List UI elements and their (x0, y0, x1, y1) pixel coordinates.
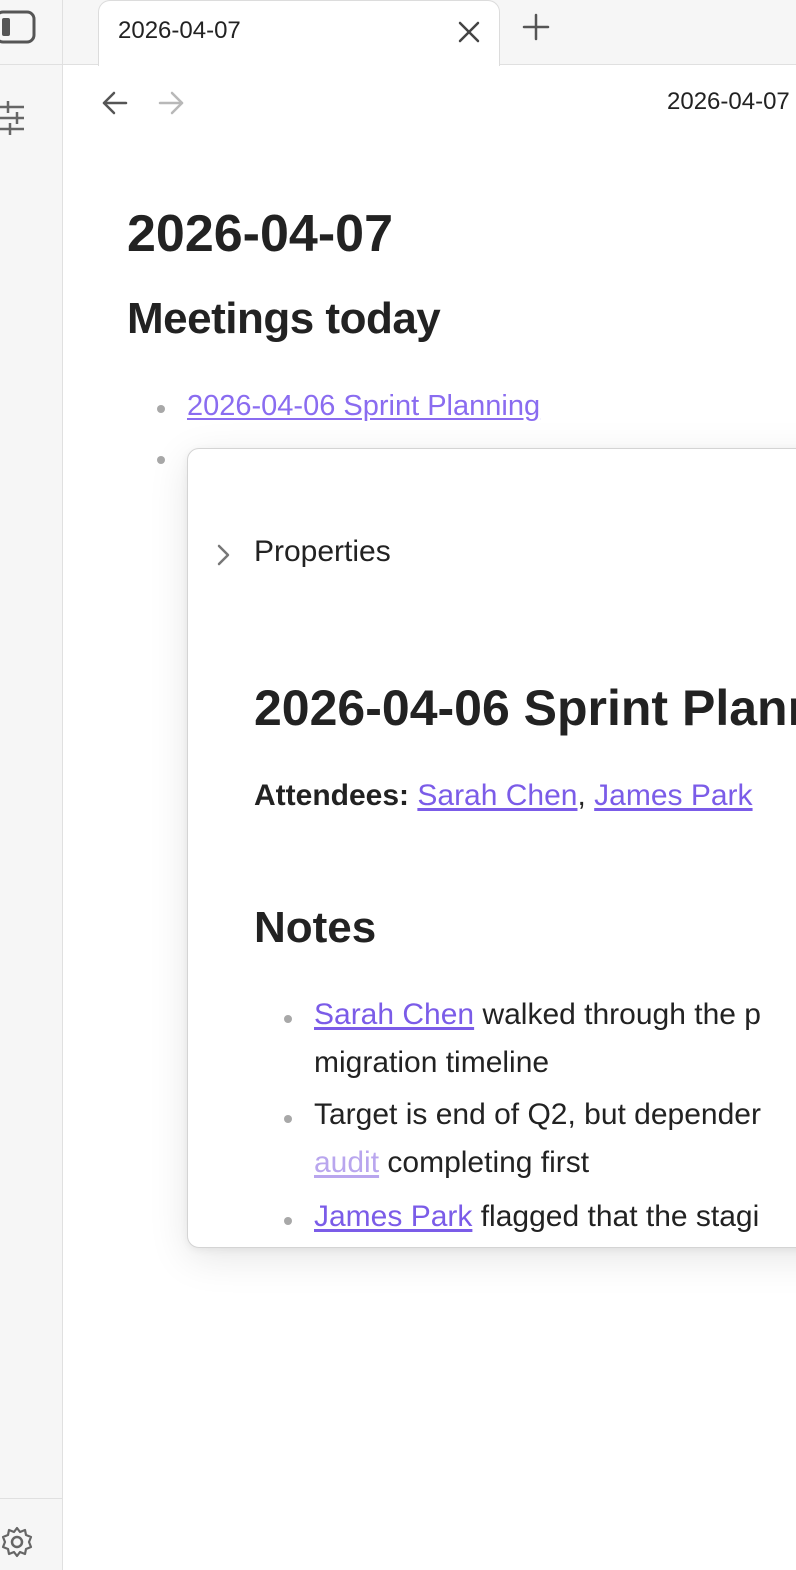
sidebar-toggle-icon[interactable] (0, 10, 36, 49)
bullet-dot (284, 1115, 292, 1123)
ribbon-header (0, 0, 62, 65)
attendees-label: Attendees: (254, 779, 410, 812)
left-ribbon (0, 0, 63, 1570)
list-item: Target is end of Q2, but depender (314, 1091, 761, 1139)
arrow-right-icon[interactable] (157, 90, 185, 121)
note-text: walked through the p (474, 998, 761, 1031)
list-item: 2026-04-06 Sprint Planning (187, 390, 540, 423)
note-text: flagged that the stagi (472, 1200, 760, 1233)
list-item-continuation: audit completing first (314, 1139, 589, 1187)
note-content: 2026-04-07 Meetings today 2026-04-06 Spr… (63, 138, 796, 1570)
page-preview-popover: Properties 2026-04-06 Sprint Planning At… (187, 448, 796, 1248)
chevron-right-icon (214, 543, 234, 572)
meetings-heading: Meetings today (127, 294, 441, 343)
bullet-dot (157, 456, 165, 464)
tab-title: 2026-04-07 (118, 17, 241, 44)
attendee-separator: , (577, 779, 586, 812)
note-text: Target is end of Q2, but depender (314, 1098, 761, 1131)
list-item-continuation: migration timeline (314, 1039, 549, 1087)
attendee-link[interactable]: James Park (594, 779, 752, 812)
attendee-link[interactable]: Sarah Chen (417, 779, 577, 812)
popover-title: 2026-04-06 Sprint Planning (254, 680, 796, 736)
plus-icon[interactable] (521, 12, 551, 47)
person-link[interactable]: Sarah Chen (314, 998, 474, 1031)
list-item: Sarah Chen walked through the p (314, 991, 761, 1039)
list-item: James Park flagged that the stagi (314, 1193, 759, 1241)
attendees-line: Attendees: Sarah Chen, James Park (254, 779, 753, 813)
person-link[interactable]: James Park (314, 1200, 472, 1233)
gear-icon[interactable] (0, 1525, 34, 1564)
note-text: migration timeline (314, 1046, 550, 1079)
view-header: 2026-04-07 (63, 66, 796, 138)
bullet-dot (284, 1015, 292, 1023)
note-title: 2026-04-07 (127, 205, 393, 263)
meeting-link[interactable]: 2026-04-06 Sprint Planning (187, 390, 540, 422)
tab-active[interactable]: 2026-04-07 (98, 0, 500, 66)
bullet-dot (157, 405, 165, 413)
arrow-left-icon[interactable] (101, 90, 129, 121)
ribbon-divider (0, 1498, 62, 1499)
note-text: completing first (379, 1146, 590, 1179)
audit-link[interactable]: audit (314, 1146, 379, 1179)
notes-heading: Notes (254, 903, 377, 952)
tab-bar: 2026-04-07 (63, 0, 796, 66)
properties-label: Properties (254, 535, 391, 568)
close-icon[interactable] (457, 20, 481, 49)
view-header-title[interactable]: 2026-04-07 (667, 88, 790, 116)
sliders-icon[interactable] (0, 100, 28, 141)
bullet-dot (284, 1217, 292, 1225)
